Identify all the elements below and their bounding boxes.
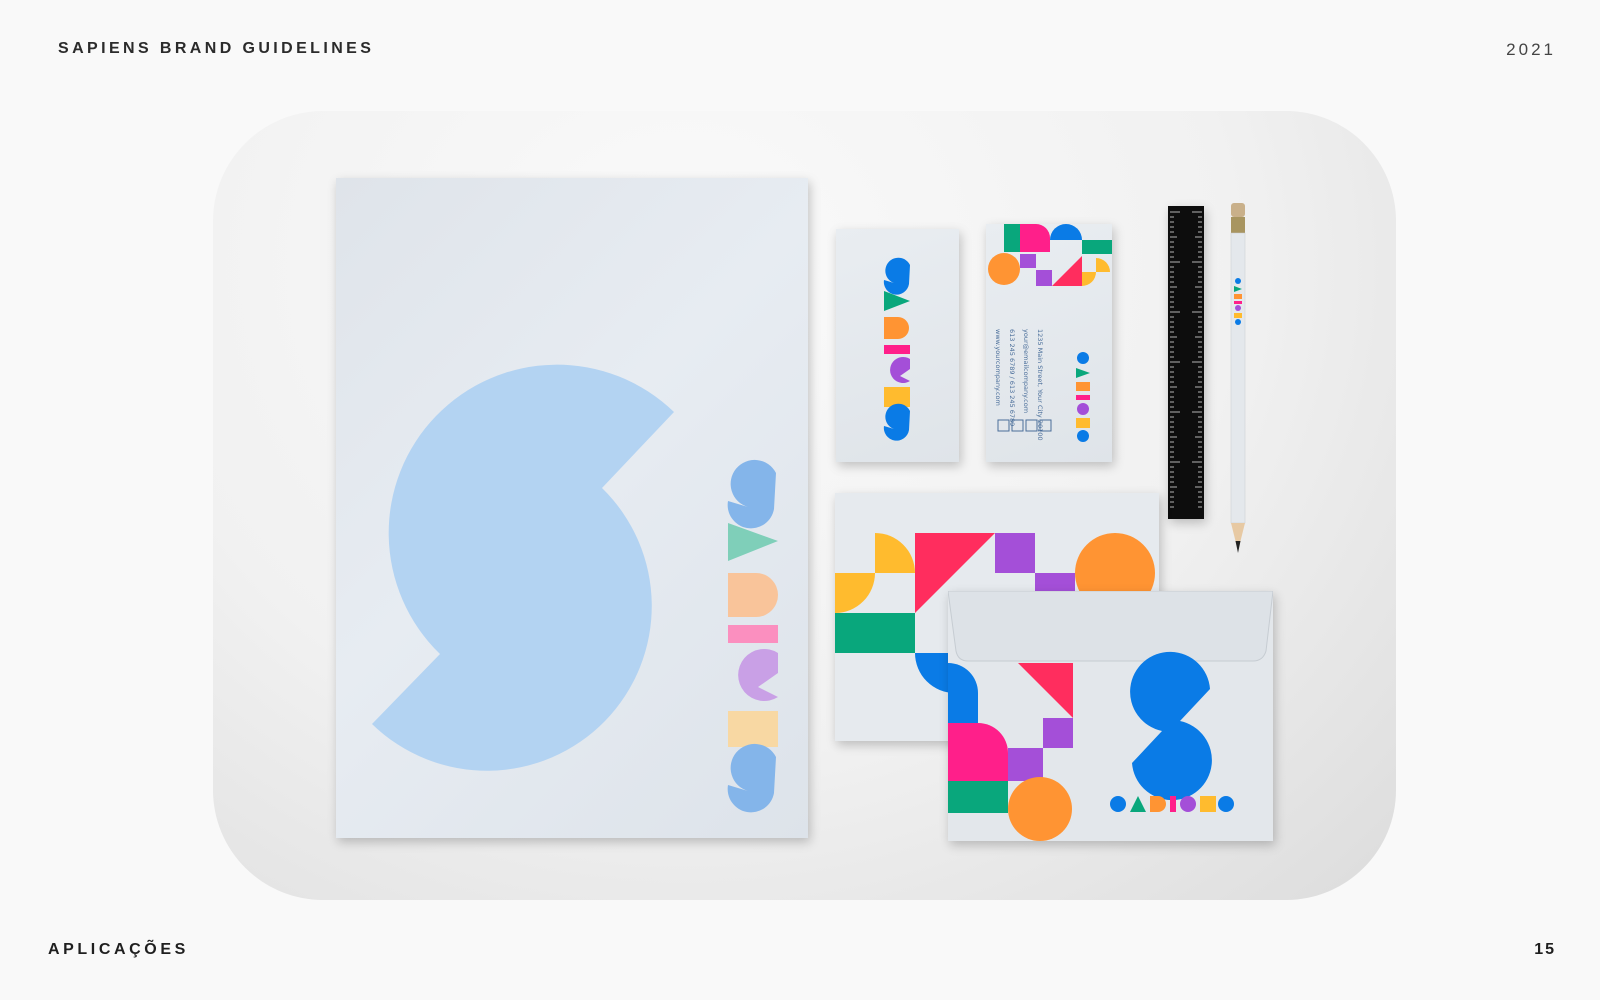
section-label: APLICAÇÕES	[48, 941, 189, 958]
pencil	[1228, 203, 1248, 565]
letterhead	[336, 178, 808, 838]
pencil-art	[1230, 203, 1246, 553]
envelope	[948, 591, 1273, 841]
card-back-logo	[997, 352, 1090, 442]
business-card-front	[836, 229, 959, 462]
ruler	[1168, 206, 1204, 519]
letterhead-artwork	[372, 364, 778, 813]
envelope-art	[948, 591, 1273, 841]
page-number: 15	[1534, 941, 1556, 958]
vertical-logo	[727, 459, 778, 813]
guide-year: 2021	[1506, 40, 1556, 59]
business-card-back: 1235 Main Street, Your City 20100 your@e…	[986, 224, 1112, 462]
envelope-s-mark	[1130, 651, 1212, 801]
guide-title: SAPIENS BRAND GUIDELINES	[58, 40, 375, 57]
stationery-mockup: 1235 Main Street, Your City 20100 your@e…	[213, 111, 1396, 900]
big-s-mark	[372, 364, 674, 771]
ruler-ticks	[1170, 211, 1202, 508]
envelope-wordmark	[1110, 796, 1234, 812]
card-logo	[883, 257, 910, 441]
